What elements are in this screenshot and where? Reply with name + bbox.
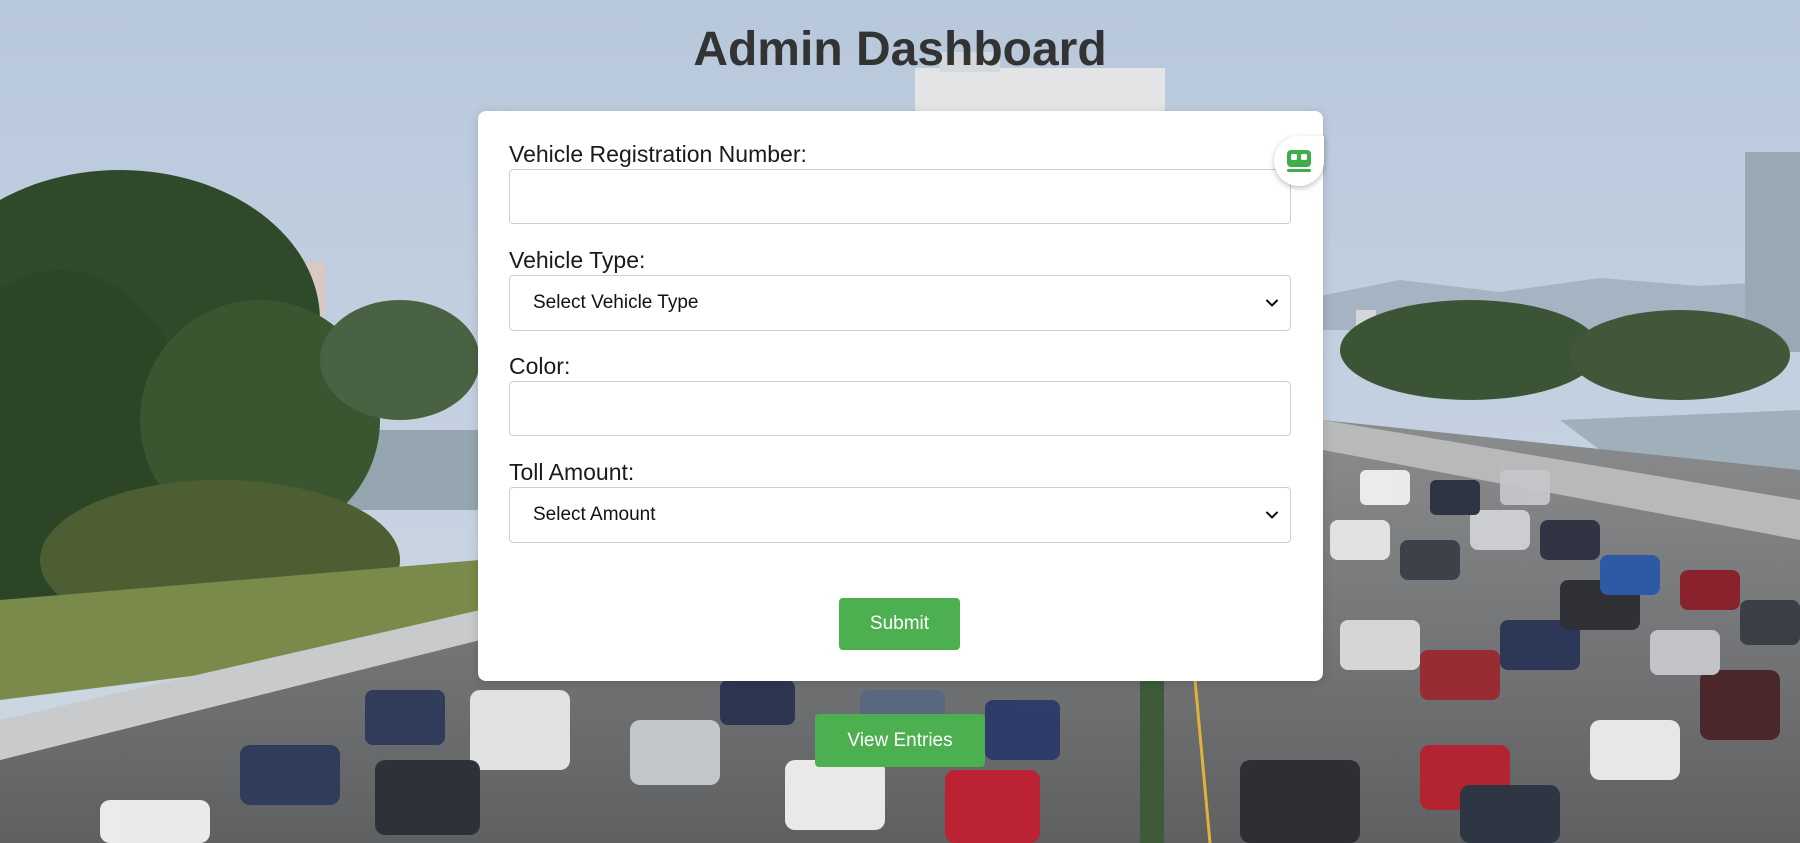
robot-face-icon (1287, 150, 1311, 172)
page-title: Admin Dashboard (693, 23, 1107, 76)
vehicle-type-label: Vehicle Type: (509, 247, 646, 273)
vehicle-type-select[interactable]: Select Vehicle Type (509, 275, 1291, 331)
color-label: Color: (509, 353, 571, 379)
vehicle-entry-form: Vehicle Registration Number: Vehicle Typ… (478, 111, 1323, 681)
password-manager-extension-button[interactable] (1274, 136, 1324, 186)
chevron-down-icon (1266, 511, 1278, 519)
toll-amount-select[interactable]: Select Amount (509, 487, 1291, 543)
toll-amount-selected: Select Amount (533, 504, 656, 525)
view-entries-button[interactable]: View Entries (815, 714, 985, 767)
registration-input[interactable] (509, 169, 1291, 224)
registration-label: Vehicle Registration Number: (509, 141, 807, 167)
toll-amount-label: Toll Amount: (509, 459, 635, 485)
color-input[interactable] (509, 381, 1291, 436)
submit-button[interactable]: Submit (839, 598, 960, 650)
vehicle-type-selected: Select Vehicle Type (533, 292, 699, 313)
chevron-down-icon (1266, 299, 1278, 307)
